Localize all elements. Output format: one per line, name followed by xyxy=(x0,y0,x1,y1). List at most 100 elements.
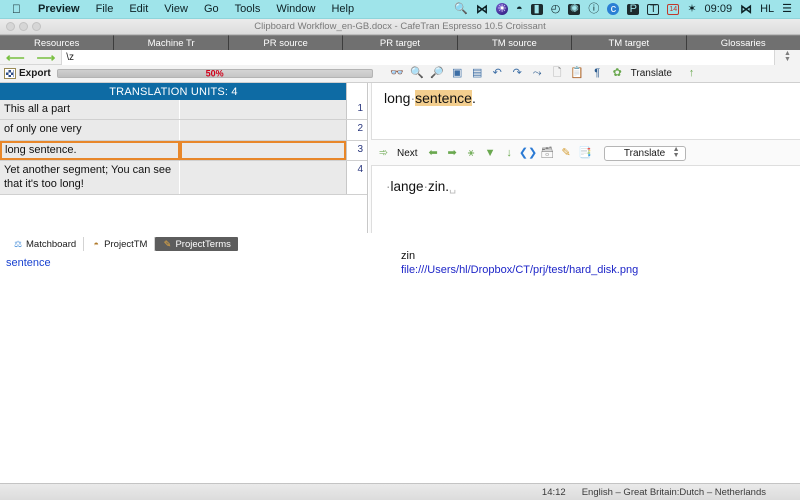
segment-source-cell[interactable]: of only one very xyxy=(0,120,180,140)
next-button-label[interactable]: Next xyxy=(397,148,418,159)
tab-glossaries[interactable]: Glossaries xyxy=(686,35,800,50)
path-input[interactable]: \z xyxy=(61,49,774,65)
binoculars-icon[interactable]: 👓 xyxy=(390,67,404,80)
target-segment-box[interactable]: ·lange·zin.␣ xyxy=(371,165,800,233)
pilcrow-icon[interactable]: ¶ xyxy=(591,67,604,80)
input-source-label[interactable]: HL xyxy=(760,3,774,15)
add-glossary-icon[interactable]: 📑 xyxy=(578,147,592,160)
insert-source-right-icon[interactable]: ➡ xyxy=(446,147,459,160)
keyboard-input-icon[interactable]: ✺ xyxy=(568,3,581,15)
table-row[interactable]: Yet another segment; You can see that it… xyxy=(0,161,367,196)
table-row[interactable]: of only one very 2 xyxy=(0,120,367,141)
paste-icon[interactable]: 📋 xyxy=(570,67,584,80)
menubar-clock[interactable]: 09:09 xyxy=(705,3,733,15)
menu-item-go[interactable]: Go xyxy=(196,3,227,15)
segment-target-cell[interactable] xyxy=(179,161,347,195)
auto-assemble-icon[interactable]: ⚹ xyxy=(465,147,478,160)
segment-source-cell[interactable]: This all a part xyxy=(0,100,180,120)
progress-percent: 50% xyxy=(205,68,224,78)
term-image-file-link[interactable]: file:///Users/hl/Dropbox/CT/prj/test/har… xyxy=(397,262,800,276)
translate-leaf-icon[interactable]: ✿ xyxy=(611,67,624,80)
tab-project-tm[interactable]: ◓ ProjectTM xyxy=(84,237,156,251)
undo-icon[interactable]: ↶ xyxy=(491,67,504,80)
source-select-icon[interactable]: ▣ xyxy=(451,67,464,80)
arrow-left-icon[interactable]: ⟵ xyxy=(0,51,31,64)
dropbox-icon[interactable]: ⋈ xyxy=(740,3,752,15)
translation-units-grid: TRANSLATION UNITS: 4 This all a part 1 o… xyxy=(0,83,368,233)
textexpander-icon[interactable]: T xyxy=(647,3,660,15)
table-row[interactable]: This all a part 1 xyxy=(0,100,367,121)
tab-tm-source[interactable]: TM source xyxy=(457,35,573,50)
arrow-right-icon[interactable]: ⟶ xyxy=(31,51,62,64)
window-traffic-lights[interactable] xyxy=(0,22,41,31)
flash-icon[interactable]: ✶ xyxy=(687,3,696,15)
translate-button-label[interactable]: Translate xyxy=(631,68,672,79)
menu-item-file[interactable]: File xyxy=(88,3,122,15)
segment-target-cell-active[interactable] xyxy=(179,140,347,161)
calendar-icon[interactable]: 14 xyxy=(667,3,680,15)
editor-toolbar: ➾ Next ⬅ ➡ ⚹ ▼ ↓ ❮❯ 🗃 ✎ 📑 Translate ▲ ▼ xyxy=(371,143,800,163)
source-prefix: long xyxy=(384,90,411,106)
globe-icon[interactable]: ☀ xyxy=(496,3,509,15)
add-term-icon[interactable]: ✎ xyxy=(560,147,573,160)
tags-icon[interactable]: ❮❯ xyxy=(519,147,537,160)
apple-icon[interactable]:  xyxy=(0,3,30,15)
zoom-in-icon[interactable]: 🔍 xyxy=(410,67,424,80)
menu-item-view[interactable]: View xyxy=(156,3,196,15)
tab-pr-target[interactable]: PR target xyxy=(343,35,458,50)
next-segment-icon[interactable]: ➾ xyxy=(377,147,390,160)
translate-mode-select[interactable]: Translate ▲ ▼ xyxy=(603,145,686,161)
project-terms-left-panel: sentence xyxy=(0,252,395,482)
tab-resources[interactable]: Resources xyxy=(0,35,115,50)
segment-target-cell[interactable] xyxy=(179,100,347,120)
segment-source-cell[interactable]: Yet another segment; You can see that it… xyxy=(0,161,180,195)
target-select-icon[interactable]: ▤ xyxy=(471,67,484,80)
target-down-icon[interactable]: ▼ xyxy=(484,147,497,160)
insert-source-left-icon[interactable]: ⬅ xyxy=(427,147,440,160)
export-flag-icon[interactable] xyxy=(4,68,16,79)
tab-tm-target[interactable]: TM target xyxy=(572,35,687,50)
menu-item-help[interactable]: Help xyxy=(323,3,362,15)
menu-item-window[interactable]: Window xyxy=(268,3,323,15)
search-icon[interactable]: 🔍 xyxy=(454,3,468,15)
menu-item-tools[interactable]: Tools xyxy=(227,3,269,15)
tab-project-terms[interactable]: ✎ ProjectTerms xyxy=(155,237,238,251)
do-not-disturb-icon[interactable]: ⓘ xyxy=(588,3,599,15)
battery-icon[interactable]: ▮ xyxy=(530,3,543,15)
stepper-icon[interactable]: ▲ ▼ xyxy=(774,49,800,65)
term-target-text: zin xyxy=(401,250,416,262)
wifi-icon[interactable]: ◓ xyxy=(516,3,523,15)
redo-icon[interactable]: ↷ xyxy=(511,67,524,80)
arrow-down-icon[interactable]: ↓ xyxy=(503,147,516,160)
minimize-icon[interactable] xyxy=(19,22,28,31)
add-to-tm-icon[interactable]: 🗃 xyxy=(540,147,554,160)
segment-number: 3 xyxy=(346,140,367,161)
target-word-2: zin. xyxy=(428,179,450,194)
dropbox-z-icon[interactable]: ⋈ xyxy=(476,3,488,15)
split-segment-icon[interactable]: ⤳ xyxy=(531,67,544,80)
table-row-active[interactable]: long sentence. 3 xyxy=(0,140,367,162)
menu-item-preview[interactable]: Preview xyxy=(30,3,88,15)
close-icon[interactable] xyxy=(6,22,15,31)
zoom-icon[interactable] xyxy=(32,22,41,31)
time-machine-icon[interactable]: ◴ xyxy=(551,3,561,15)
zoom-out-icon[interactable]: 🔎 xyxy=(430,67,444,80)
tab-machine-tr[interactable]: Machine Tr xyxy=(114,35,229,50)
source-segment-box[interactable]: long·sentence. xyxy=(371,83,800,140)
copy-icon[interactable]: c xyxy=(607,3,620,15)
segment-source-cell-active[interactable]: long sentence. xyxy=(0,140,180,161)
source-highlighted-term[interactable]: sentence xyxy=(415,90,472,106)
bottom-tabstrip: ⚖ Matchboard ◓ ProjectTM ✎ ProjectTerms xyxy=(0,236,800,251)
resize-grip-icon[interactable] xyxy=(782,487,792,497)
segment-target-cell[interactable] xyxy=(179,120,347,140)
menu-item-edit[interactable]: Edit xyxy=(121,3,156,15)
parallels-icon[interactable]: P xyxy=(627,3,640,15)
app-root:  Preview File Edit View Go Tools Window… xyxy=(0,0,800,500)
list-icon[interactable]: ☰ xyxy=(782,3,792,15)
tab-pr-source[interactable]: PR source xyxy=(228,35,344,50)
copy-icon[interactable]: 🗋 xyxy=(551,67,564,80)
term-source-link[interactable]: sentence xyxy=(0,252,395,269)
arrow-up-icon[interactable]: ↑ xyxy=(685,67,698,80)
tab-matchboard[interactable]: ⚖ Matchboard xyxy=(6,237,85,251)
export-label[interactable]: Export xyxy=(19,68,51,79)
